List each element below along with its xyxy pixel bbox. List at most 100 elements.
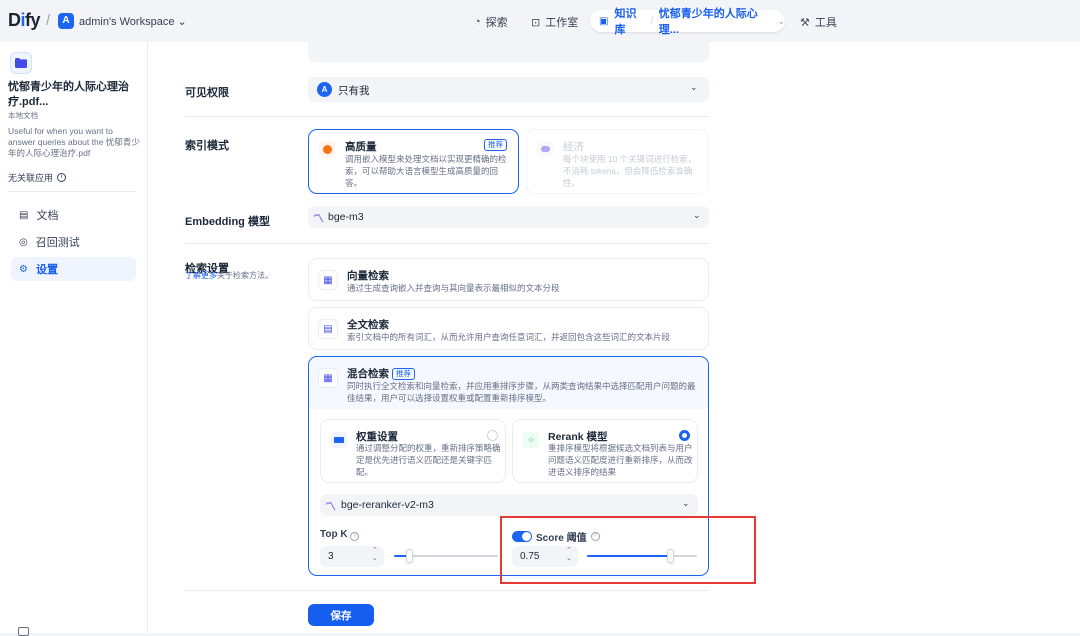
high-quality-header: 高质量 推荐 bbox=[345, 139, 511, 154]
top-bar: Dify / A admin's Workspace ⌄ ◔ 探索 ⊡ 工作室 ▣ … bbox=[0, 0, 1080, 42]
rerank-model-value: bge-reranker-v2-m3 bbox=[341, 499, 434, 511]
retrieval-fulltext-option[interactable]: ▤ 全文检索 索引文档中的所有词汇，从而允许用户查询任意词汇，并返回包含这些词汇… bbox=[308, 307, 709, 350]
top-k-label-text: Top K bbox=[320, 529, 348, 540]
collapse-sidebar-icon[interactable] bbox=[18, 627, 29, 636]
hybrid-title: 混合检索 bbox=[347, 368, 389, 380]
model-provider-icon: 〽 bbox=[325, 501, 336, 513]
fulltext-title: 全文检索 bbox=[347, 319, 389, 331]
visibility-label: 可见权限 bbox=[185, 87, 229, 99]
learn-more-link[interactable]: 了解更多 bbox=[185, 271, 217, 280]
weight-desc: 通过调整分配的权重，重新排序策略确定是优先进行语义匹配还是关键字匹配。 bbox=[356, 443, 501, 477]
model-provider-icon: 〽 bbox=[313, 213, 324, 225]
slider-thumb[interactable] bbox=[406, 549, 413, 563]
rerank-icon: ⁘ bbox=[523, 432, 539, 448]
embedding-model-value: bge-m3 bbox=[328, 211, 364, 223]
dataset-title: 忧郁青少年的人际心理治疗.pdf... bbox=[8, 81, 129, 108]
no-apps-label: 无关联应用 bbox=[8, 173, 54, 183]
workspace-avatar[interactable]: A bbox=[58, 13, 74, 29]
workspace-name: admin's Workspace bbox=[79, 16, 175, 28]
target-icon: ◎ bbox=[19, 236, 28, 248]
high-quality-desc: 调用嵌入模型来处理文档以实现更精确的检索，可以帮助大语言模型生成高质量的回答。 bbox=[345, 154, 507, 188]
nav-explore[interactable]: ◔ 探索 bbox=[474, 14, 508, 30]
visibility-value: 只有我 bbox=[338, 85, 370, 97]
divider: / bbox=[46, 12, 51, 29]
sidebar-item-settings[interactable]: ⚙ 设置 bbox=[11, 257, 136, 281]
folder-icon bbox=[10, 52, 32, 74]
coins-icon bbox=[537, 141, 553, 157]
vector-desc: 通过生成查询嵌入并查询与其向量表示最相似的文本分段 bbox=[347, 283, 560, 293]
chevron-down-icon: ⌄ bbox=[777, 15, 785, 26]
retrieval-vector-option[interactable]: ▦ 向量检索 通过生成查询嵌入并查询与其向量表示最相似的文本分段 bbox=[308, 258, 709, 301]
weight-settings-option[interactable]: 权重设置 通过调整分配的权重，重新排序策略确定是优先进行语义匹配还是关键字匹配。 bbox=[320, 419, 506, 483]
dataset-type: 本地文档 bbox=[8, 111, 38, 120]
sidebar-item-label: 召回测试 bbox=[35, 237, 80, 249]
recommended-badge: 推荐 bbox=[392, 367, 415, 380]
hybrid-desc: 同时执行全文检索和向量检索，并应用重排序步骤，从两类查询结果中选择匹配用户问题的… bbox=[347, 381, 696, 403]
no-apps-linked: 无关联应用 i bbox=[8, 171, 67, 184]
sidebar-item-documents[interactable]: ▤ 文档 bbox=[11, 203, 136, 227]
nav-dataset-name[interactable]: 忧郁青少年的人际心理... bbox=[659, 5, 772, 37]
retrieval-hint-suffix: 关于检索方法。 bbox=[217, 271, 273, 280]
divider bbox=[185, 116, 709, 117]
book-icon: ▣ bbox=[599, 15, 609, 27]
chevron-down-icon: ⌄ bbox=[177, 16, 187, 28]
fulltext-search-icon: ▤ bbox=[318, 319, 338, 339]
rerank-model-option[interactable]: ⁘ Rerank 模型 重排序模型将根据候选文档列表与用户问题语义匹配度进行重新… bbox=[512, 419, 698, 483]
hybrid-search-icon: ▦ bbox=[318, 368, 338, 388]
index-mode-high-quality[interactable]: 高质量 推荐 调用嵌入模型来处理文档以实现更精确的检索，可以帮助大语言模型生成高… bbox=[308, 129, 519, 194]
top-k-label: Top K ? bbox=[320, 529, 360, 541]
top-k-value: 3 bbox=[328, 551, 334, 562]
info-icon[interactable]: i bbox=[57, 173, 67, 182]
divider bbox=[185, 590, 709, 591]
nav-knowledge-label: 知识库 bbox=[614, 8, 637, 36]
user-avatar: A bbox=[317, 82, 332, 97]
settings-icon: ⚙ bbox=[19, 263, 28, 275]
dify-logo[interactable]: Dify bbox=[8, 10, 41, 31]
balance-icon bbox=[331, 432, 347, 448]
embedding-model-select[interactable]: 〽 bge-m3 ⌄ bbox=[308, 206, 709, 228]
recommended-badge: 推荐 bbox=[484, 139, 507, 151]
hammer-icon: ⚒ bbox=[800, 16, 810, 29]
embedding-label: Embedding 模型 bbox=[185, 216, 270, 228]
high-quality-title: 高质量 bbox=[345, 141, 377, 153]
nav-studio[interactable]: ⊡ 工作室 bbox=[531, 14, 578, 30]
top-k-input[interactable]: 3 ⌃ ⌄ bbox=[320, 546, 384, 567]
fulltext-desc: 索引文档中的所有词汇，从而允许用户查询任意词汇，并返回包含这些词汇的文本片段 bbox=[347, 332, 671, 342]
workspace-switcher[interactable]: admin's Workspace ⌄ bbox=[79, 15, 187, 28]
divider bbox=[185, 243, 709, 244]
visibility-select[interactable]: A 只有我 ⌄ bbox=[308, 77, 709, 102]
description-textarea[interactable] bbox=[308, 42, 709, 62]
sidebar: 忧郁青少年的人际心理治疗.pdf... 本地文档 Useful for when… bbox=[0, 42, 148, 636]
vector-search-icon: ▦ bbox=[318, 270, 338, 290]
rerank-desc: 重排序模型将根据候选文档列表与用户问题语义匹配度进行重新排序，从而改进语义排序的… bbox=[548, 443, 693, 477]
sidebar-item-label: 文档 bbox=[36, 210, 59, 222]
doc-icon: ▤ bbox=[19, 209, 29, 221]
highlight-box bbox=[500, 516, 756, 584]
hybrid-header: 混合检索 推荐 bbox=[347, 366, 415, 381]
nav-tools[interactable]: ⚒ 工具 bbox=[800, 14, 837, 30]
top-k-slider[interactable] bbox=[394, 549, 498, 563]
retrieval-hint: 了解更多关于检索方法。 bbox=[185, 270, 273, 281]
rerank-radio[interactable] bbox=[679, 430, 690, 441]
help-icon[interactable]: ? bbox=[350, 532, 360, 541]
chevron-down-icon: ⌄ bbox=[682, 498, 690, 508]
chevron-down-icon: ⌄ bbox=[690, 82, 698, 92]
weight-radio[interactable] bbox=[487, 430, 498, 441]
sidebar-item-retrieval-test[interactable]: ◎ 召回测试 bbox=[11, 230, 136, 254]
rerank-model-select[interactable]: 〽 bge-reranker-v2-m3 ⌄ bbox=[320, 494, 698, 516]
star-icon bbox=[319, 141, 335, 157]
compass-icon: ◔ bbox=[474, 16, 481, 28]
chevron-down-icon: ⌄ bbox=[693, 210, 701, 220]
nav-studio-label: 工作室 bbox=[545, 17, 579, 29]
robot-icon: ⊡ bbox=[531, 16, 541, 29]
index-mode-economy[interactable]: 经济 每个块使用 10 个关键词进行检索，不消耗 tokens，但会降低检索准确… bbox=[526, 129, 709, 194]
vector-title: 向量检索 bbox=[347, 270, 389, 282]
save-button[interactable]: 保存 bbox=[308, 604, 374, 626]
stepper-arrows-icon[interactable]: ⌃ ⌄ bbox=[372, 547, 378, 563]
divider bbox=[8, 191, 136, 192]
economy-desc: 每个块使用 10 个关键词进行检索，不消耗 tokens，但会降低检索准确性。 bbox=[563, 154, 697, 188]
economy-title: 经济 bbox=[563, 141, 584, 153]
sidebar-item-label: 设置 bbox=[35, 264, 58, 276]
nav-explore-label: 探索 bbox=[485, 17, 508, 29]
nav-knowledge[interactable]: ▣ 知识库 / 忧郁青少年的人际心理... ⌄ bbox=[590, 8, 785, 36]
